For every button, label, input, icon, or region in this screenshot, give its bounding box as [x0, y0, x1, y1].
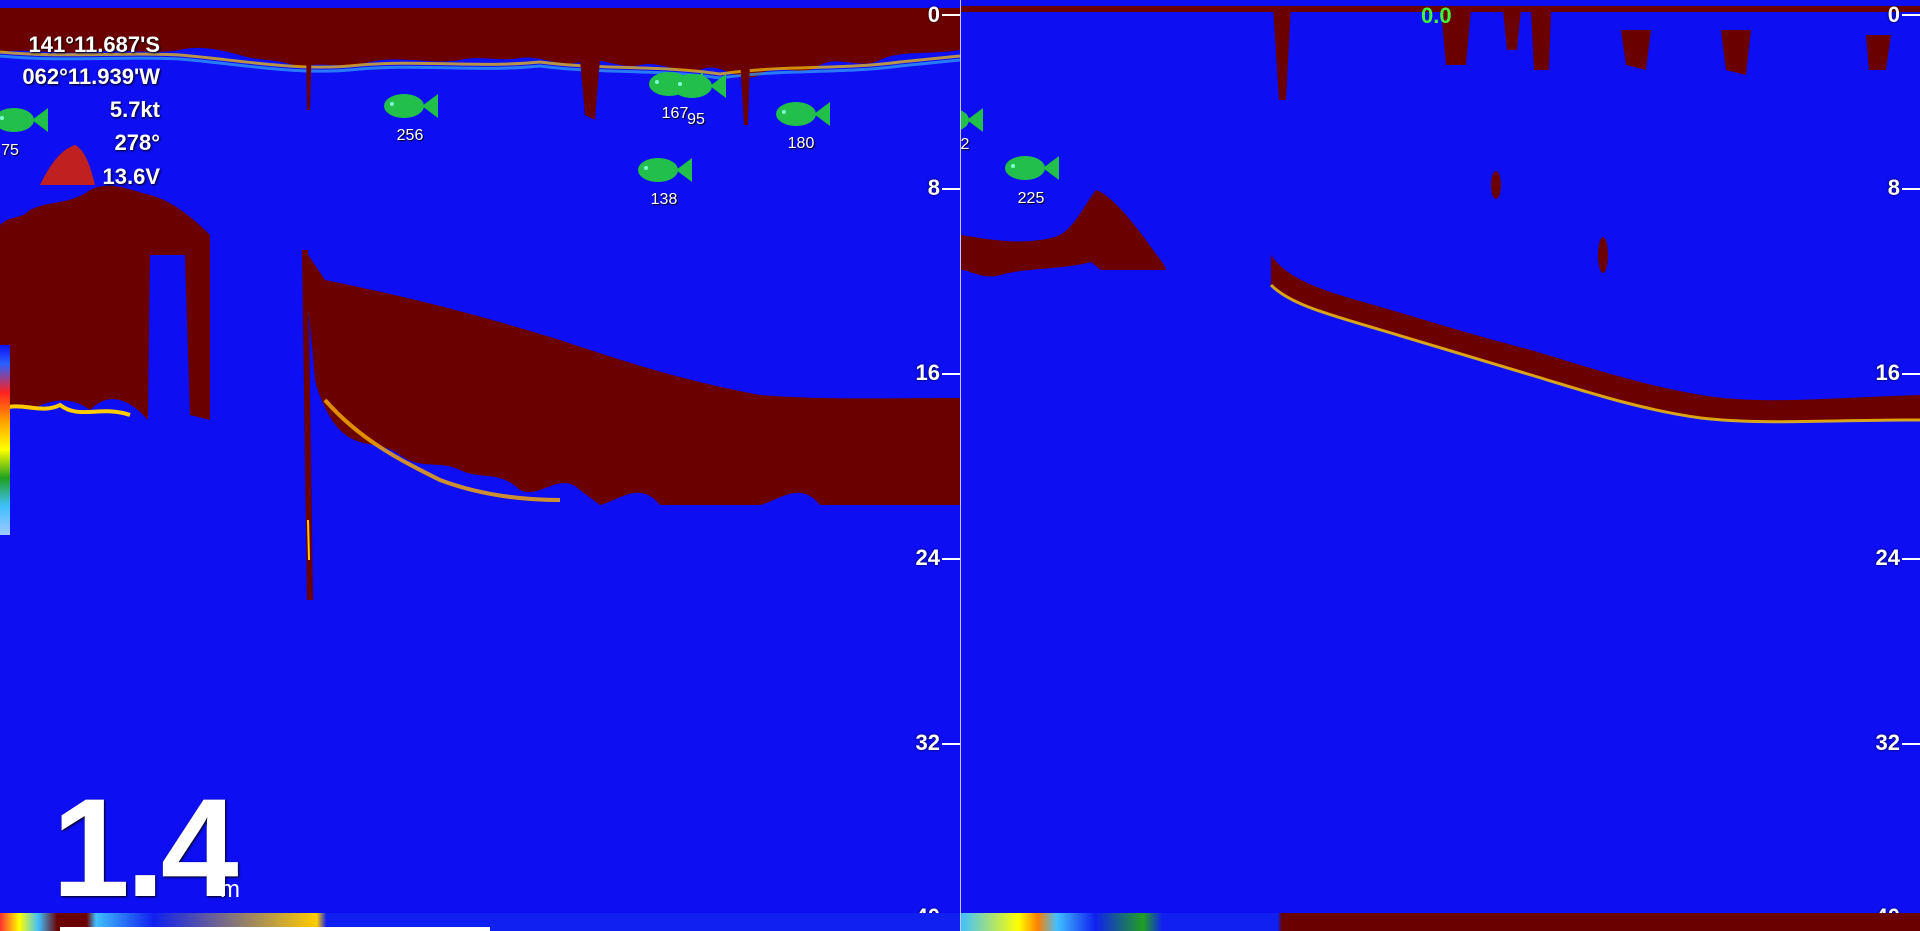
- right-sonar-panel[interactable]: 0.0 2 225 0 8 16 24 32 40: [961, 0, 1920, 931]
- fish-icon[interactable]: [961, 104, 985, 136]
- depth-scale-label: 0: [1887, 2, 1900, 27]
- fish-icon[interactable]: [380, 90, 440, 122]
- gain-color-scale: [0, 345, 10, 535]
- latitude-readout: 141°11.687'S: [28, 32, 160, 57]
- current-depth-unit: m: [220, 876, 240, 903]
- fish-icon[interactable]: [634, 154, 694, 186]
- depth-scale-label: 32: [1875, 730, 1900, 755]
- depth-scale-label: 24: [915, 545, 940, 570]
- depth-scale-label: 24: [1875, 545, 1900, 570]
- depth-scale-label: 8: [1887, 175, 1900, 200]
- depth-scale-label: 16: [1875, 360, 1900, 385]
- fish-depth-label: 138: [650, 191, 678, 208]
- depth-tick: [942, 558, 960, 560]
- fish-icon[interactable]: [772, 98, 832, 130]
- fish-icon[interactable]: [1001, 152, 1061, 184]
- depth-tick: [1902, 188, 1920, 190]
- depth-tick: [1902, 558, 1920, 560]
- depth-tick: [942, 373, 960, 375]
- fish-icon[interactable]: [668, 70, 728, 102]
- fish-depth-label: 2: [961, 136, 970, 153]
- right-top-readout: 0.0: [1421, 3, 1452, 28]
- right-sonar-echo: [961, 6, 1920, 424]
- fish-depth-label: 95: [687, 111, 705, 128]
- depth-scale-label: 0: [927, 2, 940, 27]
- depth-tick: [1902, 743, 1920, 745]
- depth-tick: [1902, 14, 1920, 16]
- depth-scale-label: 8: [927, 175, 940, 200]
- voltage-readout: 13.6V: [102, 164, 161, 189]
- speed-readout: 5.7kt: [109, 97, 160, 122]
- left-sonar-panel[interactable]: 141°11.687'S 062°11.939'W 5.7kt 278° 13.…: [0, 0, 960, 931]
- current-depth-readout: 1.4: [52, 769, 239, 926]
- right-signal-strip: [961, 913, 1920, 931]
- fish-depth-label: 75: [1, 142, 19, 159]
- depth-tick: [942, 188, 960, 190]
- depth-tick: [942, 743, 960, 745]
- fish-depth-label: 167: [661, 105, 689, 122]
- depth-scale-label: 32: [915, 730, 940, 755]
- fish-depth-label: 225: [1017, 190, 1045, 207]
- scroll-indicator[interactable]: [60, 927, 490, 931]
- depth-tick: [942, 14, 960, 16]
- fish-depth-label: 180: [787, 135, 815, 152]
- fish-icon[interactable]: [0, 104, 50, 136]
- depth-scale-label: 16: [915, 360, 940, 385]
- depth-tick: [1902, 373, 1920, 375]
- heading-readout: 278°: [114, 130, 160, 155]
- fish-depth-label: 256: [396, 127, 424, 144]
- longitude-readout: 062°11.939'W: [22, 64, 160, 89]
